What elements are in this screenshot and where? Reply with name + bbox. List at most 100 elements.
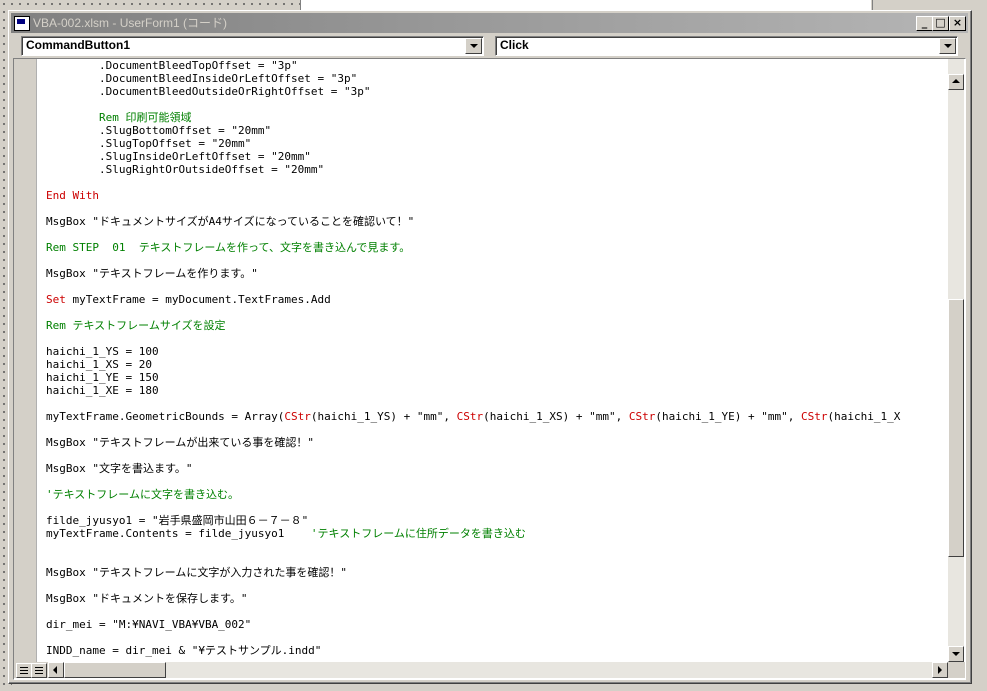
code-keyword: CStr — [456, 410, 484, 423]
code-line[interactable]: myTextFrame.Contents = filde_jyusyo1 'テキ… — [46, 527, 946, 540]
code-line[interactable]: haichi_1_XS = 20 — [46, 358, 946, 371]
code-text: dir_mei = "M:¥NAVI_VBA¥VBA_002" — [46, 618, 252, 631]
code-text: .SlugTopOffset = "20mm" — [46, 137, 252, 150]
title-bar[interactable]: VBA-002.xlsm - UserForm1 (コード) _ □ × — [11, 13, 968, 33]
code-line[interactable]: MsgBox "ドキュメントを保存します。" — [46, 592, 946, 605]
code-line[interactable] — [46, 423, 946, 436]
code-line[interactable]: haichi_1_XE = 180 — [46, 384, 946, 397]
code-line[interactable]: Set myTextFrame = myDocument.TextFrames.… — [46, 293, 946, 306]
code-line[interactable] — [46, 176, 946, 189]
code-line[interactable] — [46, 306, 946, 319]
scroll-right-arrow-icon[interactable] — [932, 662, 948, 678]
code-line[interactable] — [46, 631, 946, 644]
code-text: myTextFrame.Contents = filde_jyusyo1 — [46, 527, 311, 540]
code-keyword: Set — [46, 293, 66, 306]
code-line[interactable] — [46, 397, 946, 410]
scroll-down-arrow-icon[interactable] — [948, 646, 964, 662]
code-text: MsgBox "ドキュメントを保存します。" — [46, 592, 248, 605]
code-text: haichi_1_XS = 20 — [46, 358, 152, 371]
code-line[interactable] — [46, 228, 946, 241]
code-text: MsgBox "ドキュメントサイズがA4サイズになっていることを確認いて！" — [46, 215, 415, 228]
margin-indicator-bar[interactable] — [14, 59, 37, 662]
scroll-up-arrow-icon[interactable] — [948, 74, 964, 90]
code-line[interactable]: Rem STEP 01 テキストフレームを作って、文字を書き込んで見ます。 — [46, 241, 946, 254]
code-line[interactable]: filde_jyusyo1 = "岩手県盛岡市山田６－７－８" — [46, 514, 946, 527]
code-line[interactable] — [46, 540, 946, 553]
code-line[interactable]: .SlugTopOffset = "20mm" — [46, 137, 946, 150]
code-line[interactable]: .SlugRightOrOutsideOffset = "20mm" — [46, 163, 946, 176]
code-text: .DocumentBleedOutsideOrRightOffset = "3p… — [46, 85, 371, 98]
code-text: (haichi_1_XS) + "mm", — [483, 410, 629, 423]
code-line[interactable] — [46, 98, 946, 111]
code-line[interactable] — [46, 332, 946, 345]
code-line[interactable]: .DocumentBleedInsideOrLeftOffset = "3p" — [46, 72, 946, 85]
vertical-scrollbar[interactable] — [948, 59, 964, 662]
code-text: MsgBox "テキストフレームが出来ている事を確認！" — [46, 436, 314, 449]
code-text: INDD_name = dir_mei & "¥テストサンプル.indd" — [46, 644, 322, 657]
code-line[interactable]: .DocumentBleedOutsideOrRightOffset = "3p… — [46, 85, 946, 98]
code-comment: 'テキストフレームに文字を書き込む。 — [46, 488, 239, 501]
code-line[interactable]: myTextFrame.GeometricBounds = Array(CStr… — [46, 410, 946, 423]
code-line[interactable]: .SlugInsideOrLeftOffset = "20mm" — [46, 150, 946, 163]
code-comment: Rem STEP 01 テキストフレームを作って、文字を書き込んで見ます。 — [46, 241, 411, 254]
code-keyword: End With — [46, 189, 99, 202]
code-comment: 'テキストフレームに住所データを書き込む — [310, 527, 526, 540]
code-line[interactable]: dir_mei = "M:¥NAVI_VBA¥VBA_002" — [46, 618, 946, 631]
code-line[interactable]: MsgBox "テキストフレームが出来ている事を確認！" — [46, 436, 946, 449]
code-text: MsgBox "テキストフレームを作ります。" — [46, 267, 258, 280]
code-line[interactable] — [46, 579, 946, 592]
code-line[interactable]: MsgBox "テキストフレームに文字が入力された事を確認！" — [46, 566, 946, 579]
object-dropdown-chevron-down-icon[interactable] — [465, 38, 482, 54]
code-line[interactable] — [46, 449, 946, 462]
code-line[interactable] — [46, 605, 946, 618]
vertical-scroll-thumb[interactable] — [948, 299, 964, 557]
code-line[interactable]: .DocumentBleedTopOffset = "3p" — [46, 59, 946, 72]
procedure-view-icon[interactable] — [16, 663, 32, 678]
code-text: .DocumentBleedInsideOrLeftOffset = "3p" — [46, 72, 358, 85]
code-line[interactable]: haichi_1_YE = 150 — [46, 371, 946, 384]
code-line[interactable]: MsgBox "テキストフレームを作ります。" — [46, 267, 946, 280]
window-title: VBA-002.xlsm - UserForm1 (コード) — [33, 16, 228, 30]
code-text: (haichi_1_YE) + "mm", — [655, 410, 802, 423]
procedure-dropdown-chevron-down-icon[interactable] — [939, 38, 956, 54]
code-line[interactable]: MsgBox "文字を書込ます。" — [46, 462, 946, 475]
code-line[interactable] — [46, 501, 946, 514]
code-text: (haichi_1_X — [827, 410, 901, 423]
code-editor[interactable]: .DocumentBleedTopOffset = "3p" .Document… — [13, 58, 966, 680]
scroll-left-arrow-icon[interactable] — [48, 662, 64, 678]
code-line[interactable]: End With — [46, 189, 946, 202]
full-module-view-icon[interactable] — [31, 663, 47, 678]
code-line[interactable] — [46, 254, 946, 267]
procedure-dropdown-value: Click — [500, 38, 529, 52]
code-text: .SlugRightOrOutsideOffset = "20mm" — [46, 163, 325, 176]
code-line[interactable]: MsgBox "ドキュメントサイズがA4サイズになっていることを確認いて！" — [46, 215, 946, 228]
close-button[interactable]: × — [949, 16, 966, 31]
code-text: .DocumentBleedTopOffset = "3p" — [46, 59, 298, 72]
code-keyword: CStr — [284, 410, 311, 423]
object-dropdown[interactable]: CommandButton1 — [21, 36, 484, 56]
minimize-button[interactable]: _ — [916, 16, 933, 31]
code-line[interactable]: Rem テキストフレームサイズを設定 — [46, 319, 946, 332]
maximize-button[interactable]: □ — [932, 16, 949, 31]
procedure-dropdown[interactable]: Click — [495, 36, 958, 56]
code-line[interactable]: Rem 印刷可能領域 — [46, 111, 946, 124]
code-text: MsgBox "文字を書込ます。" — [46, 462, 193, 475]
code-keyword: CStr — [628, 410, 656, 423]
code-text: filde_jyusyo1 = "岩手県盛岡市山田６－７－８" — [46, 514, 309, 527]
code-text: .SlugBottomOffset = "20mm" — [46, 124, 272, 137]
code-line[interactable]: haichi_1_YS = 100 — [46, 345, 946, 358]
code-line[interactable]: 'テキストフレームに文字を書き込む。 — [46, 488, 946, 501]
code-text-area[interactable]: .DocumentBleedTopOffset = "3p" .Document… — [46, 59, 946, 662]
horizontal-scrollbar[interactable] — [48, 662, 948, 678]
code-text: myTextFrame = myDocument.TextFrames.Add — [65, 293, 331, 306]
code-line[interactable] — [46, 475, 946, 488]
horizontal-scroll-thumb[interactable] — [64, 662, 166, 678]
background-window — [300, 0, 871, 10]
code-line[interactable]: .SlugBottomOffset = "20mm" — [46, 124, 946, 137]
code-line[interactable]: INDD_name = dir_mei & "¥テストサンプル.indd" — [46, 644, 946, 657]
code-text: haichi_1_XE = 180 — [46, 384, 159, 397]
object-dropdown-value: CommandButton1 — [26, 38, 130, 52]
code-line[interactable] — [46, 280, 946, 293]
code-line[interactable] — [46, 553, 946, 566]
code-line[interactable] — [46, 202, 946, 215]
